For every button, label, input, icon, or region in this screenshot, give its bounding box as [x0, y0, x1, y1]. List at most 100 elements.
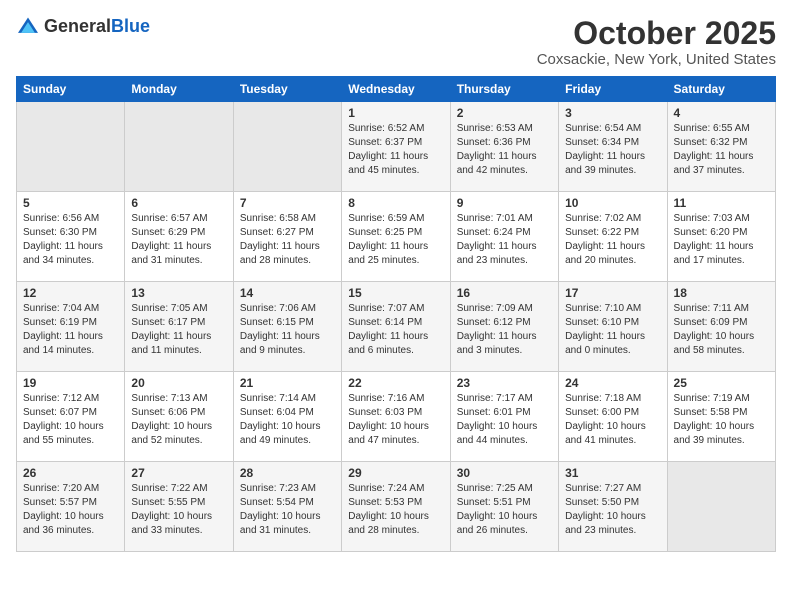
- day-info: Sunrise: 6:57 AM Sunset: 6:29 PM Dayligh…: [131, 212, 226, 268]
- calendar-cell: 23 Sunrise: 7:17 AM Sunset: 6:01 PM Dayli…: [450, 372, 558, 462]
- calendar-cell: 19 Sunrise: 7:12 AM Sunset: 6:07 PM Dayli…: [17, 372, 125, 462]
- calendar-week-row: 1Sunrise: 6:52 AM Sunset: 6:37 PM Daylig…: [17, 102, 776, 192]
- day-number: 5: [23, 196, 118, 210]
- day-info: Sunrise: 6:59 AM Sunset: 6:25 PM Dayligh…: [348, 212, 443, 268]
- day-info: Sunrise: 7:13 AM Sunset: 6:06 PM Dayligh…: [131, 392, 226, 448]
- day-info: Sunrise: 7:22 AM Sunset: 5:55 PM Dayligh…: [131, 482, 226, 538]
- day-info: Sunrise: 7:23 AM Sunset: 5:54 PM Dayligh…: [240, 482, 335, 538]
- day-info: Sunrise: 7:25 AM Sunset: 5:51 PM Dayligh…: [457, 482, 552, 538]
- day-info: Sunrise: 7:05 AM Sunset: 6:17 PM Dayligh…: [131, 302, 226, 358]
- month-title: October 2025: [537, 16, 776, 51]
- calendar-cell: 29 Sunrise: 7:24 AM Sunset: 5:53 PM Dayli…: [342, 462, 450, 552]
- calendar-cell: 5 Sunrise: 6:56 AM Sunset: 6:30 PM Daylig…: [17, 192, 125, 282]
- day-info: Sunrise: 6:52 AM Sunset: 6:37 PM Dayligh…: [348, 122, 443, 178]
- calendar-week-row: 12 Sunrise: 7:04 AM Sunset: 6:19 PM Dayli…: [17, 282, 776, 372]
- calendar-cell: 25Sunrise: 7:19 AM Sunset: 5:58 PM Dayli…: [667, 372, 775, 462]
- calendar-cell: 28 Sunrise: 7:23 AM Sunset: 5:54 PM Dayli…: [233, 462, 341, 552]
- calendar-cell: 8 Sunrise: 6:59 AM Sunset: 6:25 PM Daylig…: [342, 192, 450, 282]
- day-info: Sunrise: 7:10 AM Sunset: 6:10 PM Dayligh…: [565, 302, 660, 358]
- day-number: 28: [240, 466, 335, 480]
- day-number: 3: [565, 106, 660, 120]
- calendar-cell: 12 Sunrise: 7:04 AM Sunset: 6:19 PM Dayli…: [17, 282, 125, 372]
- calendar-week-row: 26Sunrise: 7:20 AM Sunset: 5:57 PM Dayli…: [17, 462, 776, 552]
- day-info: Sunrise: 7:09 AM Sunset: 6:12 PM Dayligh…: [457, 302, 552, 358]
- calendar-header-row: SundayMondayTuesdayWednesdayThursdayFrid…: [17, 77, 776, 102]
- day-number: 13: [131, 286, 226, 300]
- calendar-table: SundayMondayTuesdayWednesdayThursdayFrid…: [16, 76, 776, 552]
- calendar-cell: 2Sunrise: 6:53 AM Sunset: 6:36 PM Daylig…: [450, 102, 558, 192]
- location-title: Coxsackie, New York, United States: [537, 51, 776, 68]
- day-number: 15: [348, 286, 443, 300]
- page-header: GeneralBlue October 2025 Coxsackie, New …: [16, 16, 776, 68]
- day-info: Sunrise: 7:18 AM Sunset: 6:00 PM Dayligh…: [565, 392, 660, 448]
- day-number: 9: [457, 196, 552, 210]
- calendar-cell: 1Sunrise: 6:52 AM Sunset: 6:37 PM Daylig…: [342, 102, 450, 192]
- day-info: Sunrise: 7:24 AM Sunset: 5:53 PM Dayligh…: [348, 482, 443, 538]
- day-number: 21: [240, 376, 335, 390]
- day-of-week-header: Thursday: [450, 77, 558, 102]
- calendar-cell: 26Sunrise: 7:20 AM Sunset: 5:57 PM Dayli…: [17, 462, 125, 552]
- calendar-cell: [667, 462, 775, 552]
- calendar-cell: 14Sunrise: 7:06 AM Sunset: 6:15 PM Dayli…: [233, 282, 341, 372]
- calendar-cell: 7Sunrise: 6:58 AM Sunset: 6:27 PM Daylig…: [233, 192, 341, 282]
- calendar-cell: 24 Sunrise: 7:18 AM Sunset: 6:00 PM Dayli…: [559, 372, 667, 462]
- day-info: Sunrise: 6:53 AM Sunset: 6:36 PM Dayligh…: [457, 122, 552, 178]
- day-number: 22: [348, 376, 443, 390]
- day-info: Sunrise: 7:01 AM Sunset: 6:24 PM Dayligh…: [457, 212, 552, 268]
- calendar-cell: 13 Sunrise: 7:05 AM Sunset: 6:17 PM Dayli…: [125, 282, 233, 372]
- day-number: 4: [674, 106, 769, 120]
- day-number: 19: [23, 376, 118, 390]
- day-number: 12: [23, 286, 118, 300]
- logo-icon: [16, 16, 40, 36]
- day-number: 10: [565, 196, 660, 210]
- calendar-week-row: 19 Sunrise: 7:12 AM Sunset: 6:07 PM Dayli…: [17, 372, 776, 462]
- calendar-cell: 21Sunrise: 7:14 AM Sunset: 6:04 PM Dayli…: [233, 372, 341, 462]
- day-number: 7: [240, 196, 335, 210]
- day-number: 30: [457, 466, 552, 480]
- day-info: Sunrise: 7:03 AM Sunset: 6:20 PM Dayligh…: [674, 212, 769, 268]
- calendar-cell: 9 Sunrise: 7:01 AM Sunset: 6:24 PM Daylig…: [450, 192, 558, 282]
- day-info: Sunrise: 7:02 AM Sunset: 6:22 PM Dayligh…: [565, 212, 660, 268]
- calendar-cell: [125, 102, 233, 192]
- calendar-cell: 15 Sunrise: 7:07 AM Sunset: 6:14 PM Dayli…: [342, 282, 450, 372]
- day-of-week-header: Sunday: [17, 77, 125, 102]
- calendar-cell: 6 Sunrise: 6:57 AM Sunset: 6:29 PM Daylig…: [125, 192, 233, 282]
- calendar-cell: 18Sunrise: 7:11 AM Sunset: 6:09 PM Dayli…: [667, 282, 775, 372]
- calendar-cell: 22 Sunrise: 7:16 AM Sunset: 6:03 PM Dayli…: [342, 372, 450, 462]
- day-of-week-header: Monday: [125, 77, 233, 102]
- day-info: Sunrise: 6:56 AM Sunset: 6:30 PM Dayligh…: [23, 212, 118, 268]
- day-of-week-header: Saturday: [667, 77, 775, 102]
- day-number: 31: [565, 466, 660, 480]
- day-info: Sunrise: 7:07 AM Sunset: 6:14 PM Dayligh…: [348, 302, 443, 358]
- day-of-week-header: Tuesday: [233, 77, 341, 102]
- title-block: October 2025 Coxsackie, New York, United…: [537, 16, 776, 68]
- logo-text: GeneralBlue: [44, 16, 150, 37]
- day-number: 16: [457, 286, 552, 300]
- day-of-week-header: Wednesday: [342, 77, 450, 102]
- day-number: 29: [348, 466, 443, 480]
- day-info: Sunrise: 7:19 AM Sunset: 5:58 PM Dayligh…: [674, 392, 769, 448]
- day-number: 8: [348, 196, 443, 210]
- day-info: Sunrise: 7:06 AM Sunset: 6:15 PM Dayligh…: [240, 302, 335, 358]
- calendar-cell: 3Sunrise: 6:54 AM Sunset: 6:34 PM Daylig…: [559, 102, 667, 192]
- day-number: 27: [131, 466, 226, 480]
- calendar-cell: 10 Sunrise: 7:02 AM Sunset: 6:22 PM Dayli…: [559, 192, 667, 282]
- calendar-cell: 31 Sunrise: 7:27 AM Sunset: 5:50 PM Dayli…: [559, 462, 667, 552]
- calendar-cell: 17Sunrise: 7:10 AM Sunset: 6:10 PM Dayli…: [559, 282, 667, 372]
- calendar-cell: [17, 102, 125, 192]
- day-info: Sunrise: 7:27 AM Sunset: 5:50 PM Dayligh…: [565, 482, 660, 538]
- logo: GeneralBlue: [16, 16, 150, 37]
- day-number: 20: [131, 376, 226, 390]
- day-number: 24: [565, 376, 660, 390]
- calendar-cell: 27 Sunrise: 7:22 AM Sunset: 5:55 PM Dayli…: [125, 462, 233, 552]
- day-info: Sunrise: 7:12 AM Sunset: 6:07 PM Dayligh…: [23, 392, 118, 448]
- day-of-week-header: Friday: [559, 77, 667, 102]
- day-number: 23: [457, 376, 552, 390]
- day-info: Sunrise: 7:17 AM Sunset: 6:01 PM Dayligh…: [457, 392, 552, 448]
- day-number: 26: [23, 466, 118, 480]
- calendar-cell: 4Sunrise: 6:55 AM Sunset: 6:32 PM Daylig…: [667, 102, 775, 192]
- day-info: Sunrise: 7:04 AM Sunset: 6:19 PM Dayligh…: [23, 302, 118, 358]
- calendar-cell: 20 Sunrise: 7:13 AM Sunset: 6:06 PM Dayli…: [125, 372, 233, 462]
- day-info: Sunrise: 7:16 AM Sunset: 6:03 PM Dayligh…: [348, 392, 443, 448]
- day-number: 6: [131, 196, 226, 210]
